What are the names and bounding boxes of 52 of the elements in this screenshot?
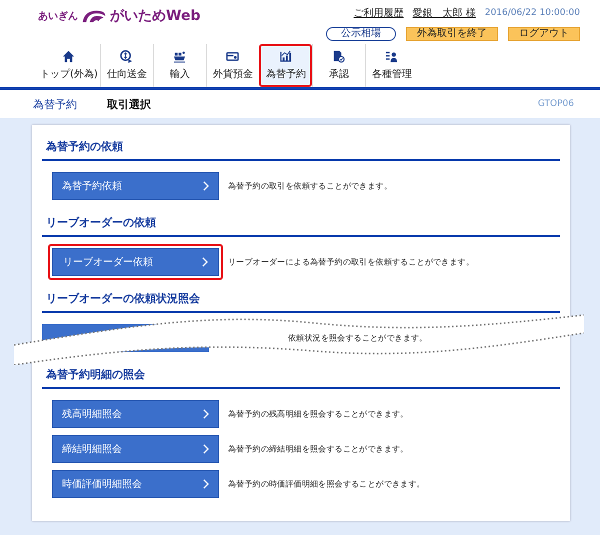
house-icon xyxy=(62,50,76,63)
menu-button[interactable]: リーブオーダー依頼 xyxy=(48,244,223,280)
section-title: 為替予約 xyxy=(33,96,77,112)
description-text: 為替予約の残高明細を照会することができます。 xyxy=(228,408,408,420)
menu-button[interactable]: 残高明細照会 xyxy=(52,400,219,428)
chevron-right-icon xyxy=(201,257,208,267)
chevron-right-icon xyxy=(202,409,209,419)
tab-label: 各種管理 xyxy=(372,68,412,81)
tab-label: 仕向送金 xyxy=(106,68,147,81)
nav-tab[interactable]: 各種管理 xyxy=(364,44,418,87)
description-text: 依頼状況を照会することができます。 xyxy=(288,332,428,344)
coin-icon xyxy=(120,50,134,63)
menu-button[interactable]: 時価評価明細照会 xyxy=(52,470,219,498)
person-list-icon xyxy=(385,50,398,63)
datetime-text: 2016/06/22 10:00:00 xyxy=(484,8,580,18)
description-text: リーブオーダーによる為替予約の取引を依頼することができます。 xyxy=(228,256,474,268)
document-check-icon xyxy=(332,50,346,63)
tab-label: 為替予約 xyxy=(266,68,306,81)
description-text: 為替予約の取引を依頼することができます。 xyxy=(228,180,392,192)
header-link[interactable]: 愛銀 太郎 様 xyxy=(412,6,476,20)
chart-icon xyxy=(279,50,292,63)
chevron-right-icon xyxy=(202,479,209,489)
page-title: 取引選択 xyxy=(107,96,151,112)
nav-tab[interactable]: 仕向送金 xyxy=(100,44,153,87)
nav-tab[interactable]: 為替予約 xyxy=(258,44,312,87)
description-text: 為替予約の締結明細を照会することができます。 xyxy=(228,444,408,455)
description-text: 為替予約の時価評価明細を照会することができます。 xyxy=(228,478,425,490)
rates-button[interactable]: 公示相場 xyxy=(326,27,396,41)
header-link[interactable]: ご利用履歴 xyxy=(354,6,404,20)
card-icon xyxy=(226,50,240,63)
section-heading: 為替予約明細の照会 xyxy=(42,361,560,389)
logo-icon xyxy=(81,9,107,23)
menu-button[interactable]: 為替予約依頼 xyxy=(52,172,219,200)
chevron-right-icon xyxy=(202,181,209,191)
chevron-right-icon xyxy=(202,444,209,454)
nav-tab[interactable]: 輸入 xyxy=(152,44,206,87)
tab-label: 承認 xyxy=(328,68,349,81)
screen-id: GTOP06 xyxy=(538,99,574,109)
nav-tab[interactable]: トップ(外為) xyxy=(38,44,100,87)
ship-icon xyxy=(173,50,186,63)
tab-label: 輸入 xyxy=(170,68,190,81)
app-logo-text: がいためWeb xyxy=(110,7,200,25)
header-button[interactable]: ログアウト xyxy=(508,27,580,41)
menu-button[interactable]: 締結明細照会 xyxy=(52,435,219,463)
nav-tab[interactable]: 承認 xyxy=(312,44,365,87)
section-heading: リーブオーダーの依頼状況照会 xyxy=(42,285,560,313)
tab-label: 外貨預金 xyxy=(212,68,253,81)
header-button[interactable]: 外為取引を終了 xyxy=(406,27,498,41)
bank-name: あいぎん xyxy=(38,10,78,23)
section-heading: リーブオーダーの依頼 xyxy=(42,209,560,237)
tab-label: トップ(外為) xyxy=(40,68,98,81)
section-heading: 為替予約の依頼 xyxy=(42,133,560,161)
